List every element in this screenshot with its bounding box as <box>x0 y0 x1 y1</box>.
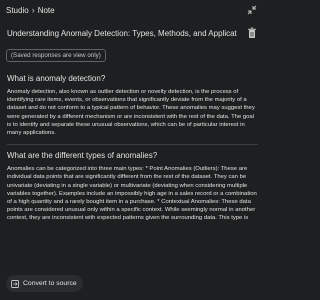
breadcrumb-separator: › <box>31 5 35 15</box>
convert-label: Convert to source <box>23 280 77 287</box>
note-title-row: Understanding Anomaly Detection: Types, … <box>0 24 265 42</box>
convert-to-source-button[interactable]: Convert to source <box>6 275 83 292</box>
breadcrumb-studio[interactable]: Studio <box>6 6 29 15</box>
note-content: What is anomaly detection? Anomaly detec… <box>0 68 265 271</box>
section-body: Anomaly detection, also known as outlier… <box>7 89 255 137</box>
breadcrumb: Studio › Note <box>6 5 55 15</box>
section-heading: What is anomaly detection? <box>7 74 106 83</box>
header: Studio › Note <box>0 0 265 20</box>
trash-icon[interactable] <box>247 27 257 39</box>
section-divider <box>7 144 258 146</box>
saved-notice: (Saved responses are view only) <box>6 49 106 62</box>
breadcrumb-note: Note <box>37 5 55 15</box>
footer: Convert to source <box>0 271 265 300</box>
note-title[interactable]: Understanding Anomaly Detection: Types, … <box>7 29 244 38</box>
section-heading: What are the different types of anomalie… <box>7 151 158 161</box>
section-body: Anomalies can be categorized into three … <box>7 166 257 222</box>
collapse-icon[interactable] <box>247 5 257 15</box>
convert-icon <box>11 279 19 288</box>
